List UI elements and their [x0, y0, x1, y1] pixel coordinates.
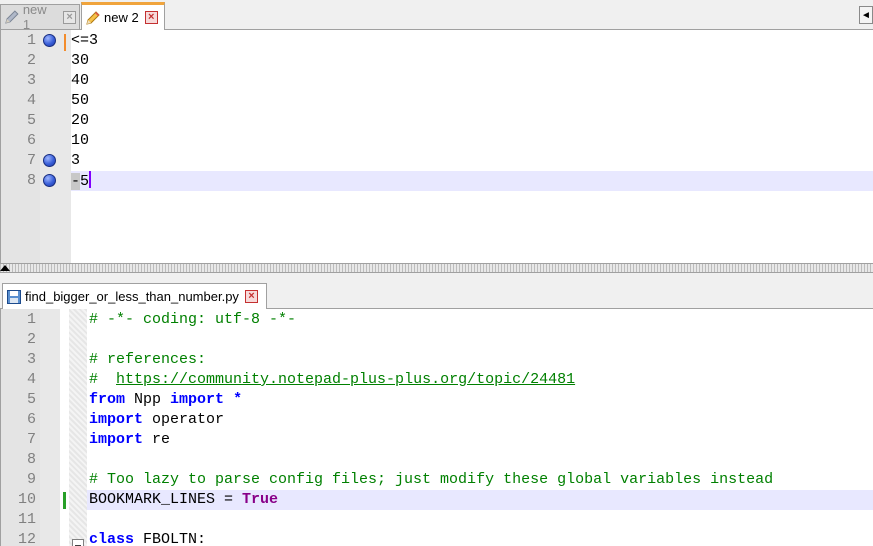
line-number: 10 [17, 491, 36, 508]
line-number: 11 [17, 511, 36, 528]
line-number: 6 [26, 411, 36, 428]
change-history-marker [63, 492, 66, 509]
tab-label: new 1 [22, 2, 47, 32]
bottom-tab-bar: find_bigger_or_less_than_number.py × [0, 273, 873, 309]
saved-file-icon [7, 289, 21, 304]
editor-line[interactable]: 5 from Npp import * [1, 390, 873, 410]
line-number: 4 [26, 371, 36, 388]
line-text: <=3 [71, 32, 99, 49]
editor-line[interactable]: 11 [1, 510, 873, 530]
line-text: # -*- coding: utf-8 -*- [89, 311, 297, 328]
editor-line[interactable]: 1 <=3 [1, 31, 873, 51]
editor-line[interactable]: 2 [1, 330, 873, 350]
editor-line[interactable]: 8 [1, 450, 873, 470]
bookmark-icon[interactable] [43, 34, 56, 47]
line-text: # Too lazy to parse config files; just m… [89, 471, 774, 488]
editor-line[interactable]: 1 # -*- coding: utf-8 -*- [1, 310, 873, 330]
line-number: 5 [26, 391, 36, 408]
line-number: 3 [26, 351, 36, 368]
editor-line[interactable]: 12 class FBOLTN: [1, 530, 873, 546]
line-text: class FBOLTN: [89, 531, 207, 546]
line-number: 1 [26, 311, 36, 328]
editor-line[interactable]: 5 20 [1, 111, 873, 131]
line-text: 30 [71, 52, 90, 69]
line-number: 2 [26, 331, 36, 348]
line-text: import re [89, 431, 171, 448]
pencil-icon [86, 10, 100, 25]
line-text: from Npp import * [89, 391, 243, 408]
line-text: 10 [71, 132, 90, 149]
line-number: 3 [26, 72, 36, 89]
line-number: 9 [26, 471, 36, 488]
top-tab-bar: new 1 × new 2 × ◄ [0, 0, 873, 32]
line-number: 8 [26, 172, 36, 189]
bookmark-icon[interactable] [43, 174, 56, 187]
editor-line[interactable]: 73 [1, 151, 873, 171]
editor-line[interactable]: 6 10 [1, 131, 873, 151]
fold-collapse-icon[interactable] [72, 539, 84, 546]
editor-line[interactable]: 8 -5 [1, 171, 873, 191]
line-text: 40 [71, 72, 90, 89]
line-number: 8 [26, 451, 36, 468]
change-history-marker [64, 34, 66, 51]
close-tab-icon[interactable]: × [144, 11, 158, 24]
line-text: -5 [71, 171, 92, 190]
splitter-arrow-icon[interactable] [0, 265, 10, 271]
editor-line[interactable]: 10 BOOKMARK_LINES = True [1, 490, 873, 510]
tab-new-2[interactable]: new 2 × [81, 2, 165, 30]
top-editor[interactable]: 1 <=3 2 30 3 40 4 50 5 20 6 10 7 3 8 -5 [0, 30, 873, 263]
line-number: 7 [26, 152, 36, 169]
view-splitter[interactable] [0, 263, 873, 273]
tab-find-bigger-or-less-than-number[interactable]: find_bigger_or_less_than_number.py × [2, 283, 267, 309]
line-text: 20 [71, 112, 90, 129]
editor-line[interactable]: 7 import re [1, 430, 873, 450]
line-text: 3 [71, 152, 81, 169]
line-number: 7 [26, 431, 36, 448]
close-tab-icon[interactable]: × [244, 290, 258, 303]
line-number: 5 [26, 112, 36, 129]
line-text: import operator [89, 411, 225, 428]
editor-line[interactable]: 6 import operator [1, 410, 873, 430]
editor-line[interactable]: 2 30 [1, 51, 873, 71]
text-caret [89, 171, 92, 188]
current-line-highlight [71, 171, 873, 191]
bookmark-icon[interactable] [43, 154, 56, 167]
bottom-editor[interactable]: 1 # -*- coding: utf-8 -*- 2 3 # references: 4… [0, 309, 873, 546]
line-text: # references: [89, 351, 207, 368]
line-number: 4 [26, 92, 36, 109]
pencil-icon [5, 10, 19, 24]
editor-line[interactable]: 4 50 [1, 91, 873, 111]
editor-line[interactable]: 3 40 [1, 71, 873, 91]
line-number: 6 [26, 132, 36, 149]
tab-new-1[interactable]: new 1 × [0, 2, 80, 32]
editor-line[interactable]: 9 # Too lazy to parse config files; just … [1, 470, 873, 490]
line-number: 1 [26, 32, 36, 49]
line-text: # https://community.notepad-plus-plus.or… [89, 371, 576, 388]
editor-line[interactable]: 3 # references: [1, 350, 873, 370]
tab-label: new 2 [104, 10, 139, 25]
line-number: 12 [17, 531, 36, 546]
line-number: 2 [26, 52, 36, 69]
line-text: BOOKMARK_LINES = True [89, 491, 279, 508]
line-text: 50 [71, 92, 90, 109]
tab-scroll-left-button[interactable]: ◄ [859, 6, 873, 24]
close-tab-icon[interactable]: × [63, 10, 76, 24]
editor-line[interactable]: 4 # https://community.notepad-plus-plus.o… [1, 370, 873, 390]
tab-label: find_bigger_or_less_than_number.py [25, 289, 239, 304]
